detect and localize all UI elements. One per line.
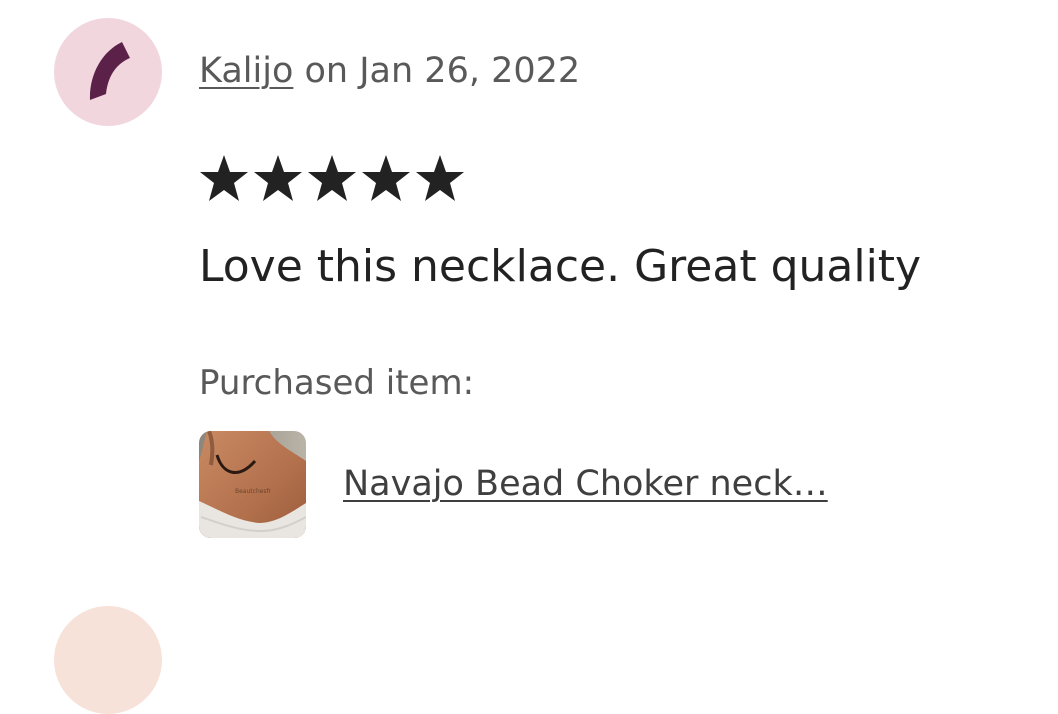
review-header: Kalijo on Jan 26, 2022	[199, 48, 580, 94]
star-icon	[200, 155, 248, 201]
crescent-c-icon	[89, 42, 130, 100]
purchased-item-link[interactable]: Navajo Bead Choker neck…	[343, 461, 828, 507]
star-icon	[416, 155, 464, 201]
product-photo-thumbnail: Beautchesfr	[199, 430, 306, 538]
star-icon	[362, 155, 410, 201]
star-icon	[308, 155, 356, 201]
next-reviewer-avatar	[54, 606, 162, 714]
purchased-item-label: Purchased item:	[199, 363, 475, 403]
reviewer-avatar	[54, 18, 162, 126]
purchased-item: Beautchesfr Navajo Bead Choker neck…	[199, 430, 828, 538]
reviewer-username-link[interactable]: Kalijo	[199, 51, 293, 91]
review-date: on Jan 26, 2022	[293, 51, 581, 91]
star-icon	[254, 155, 302, 201]
review-text: Love this necklace. Great quality	[199, 241, 922, 292]
star-rating	[199, 153, 465, 209]
thumbnail-watermark: Beautchesfr	[235, 488, 272, 495]
product-thumbnail[interactable]: Beautchesfr	[199, 430, 306, 538]
